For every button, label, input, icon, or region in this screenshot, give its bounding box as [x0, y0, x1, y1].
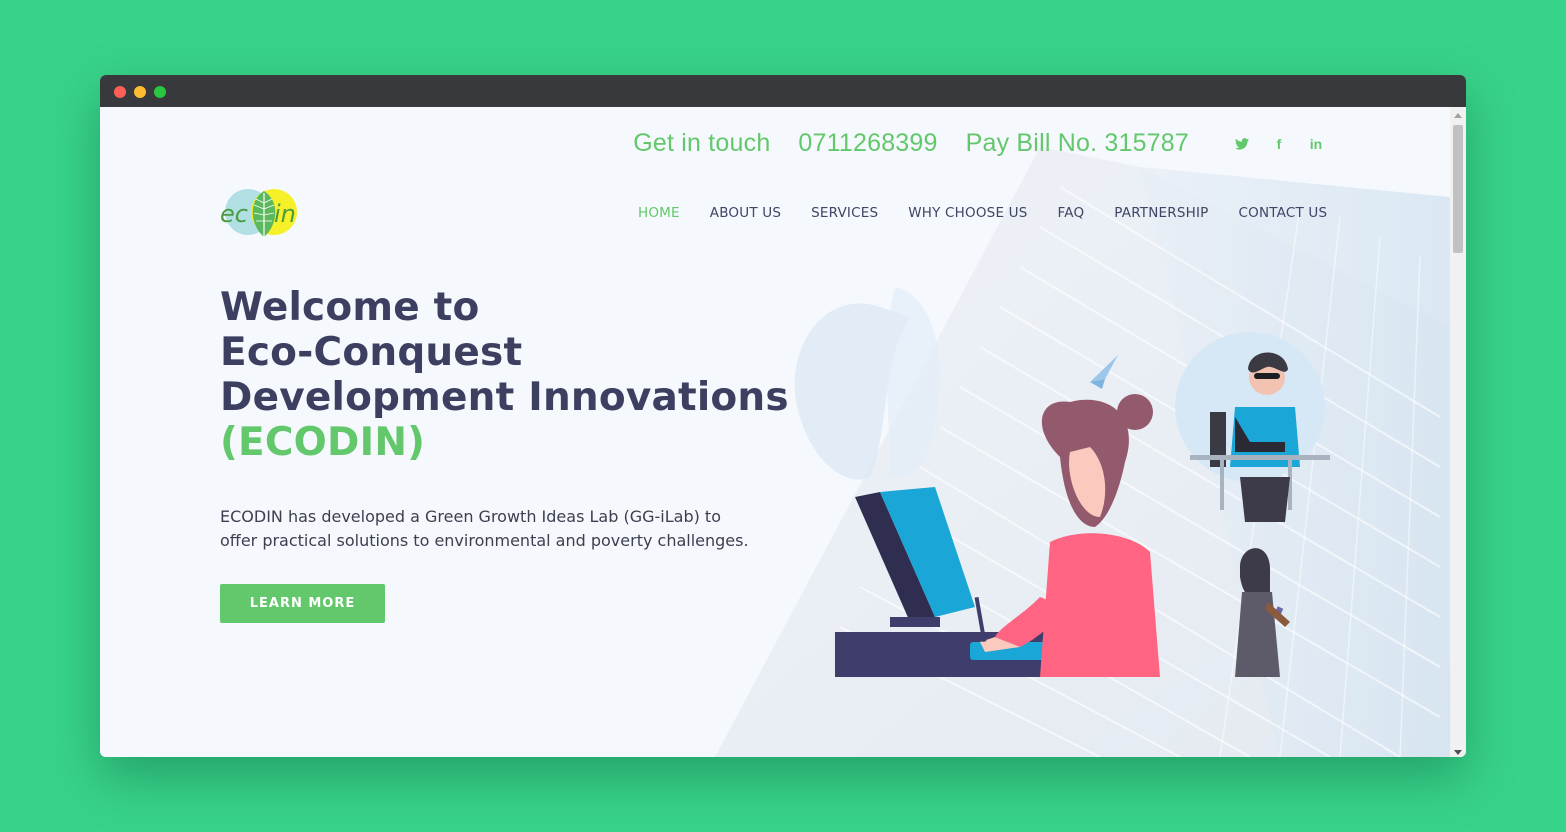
svg-text:ec: ec: [220, 200, 248, 228]
hero-title-line: Eco-Conquest: [220, 330, 523, 375]
browser-window: Get in touch 0711268399 Pay Bill No. 315…: [100, 75, 1466, 757]
nav-contact-us[interactable]: CONTACT US: [1239, 205, 1328, 221]
scroll-down-arrow[interactable]: [1454, 750, 1462, 755]
hero-title-line: Development Innovations: [220, 375, 789, 420]
nav-home[interactable]: HOME: [638, 205, 680, 221]
nav-why-choose-us[interactable]: WHY CHOOSE US: [908, 205, 1027, 221]
facebook-icon[interactable]: f: [1269, 134, 1289, 154]
page-scrollbar[interactable]: [1450, 107, 1466, 757]
twitter-icon[interactable]: [1232, 134, 1252, 154]
window-titlebar: [100, 75, 1466, 107]
paybill-number: Pay Bill No. 315787: [965, 129, 1189, 157]
phone-number[interactable]: 0711268399: [798, 129, 937, 158]
nav-faq[interactable]: FAQ: [1058, 205, 1085, 221]
nav-services[interactable]: SERVICES: [811, 205, 878, 221]
contact-topbar: Get in touch 0711268399 Pay Bill No. 315…: [605, 129, 1326, 158]
scroll-thumb[interactable]: [1453, 125, 1463, 253]
get-in-touch-text: Get in touch: [633, 129, 771, 157]
main-navigation: HOME ABOUT US SERVICES WHY CHOOSE US FAQ…: [638, 205, 1327, 221]
hero-illustration: [794, 287, 1330, 677]
maximize-window-button[interactable]: [154, 86, 166, 98]
hero-title: Welcome to Eco-Conquest Development Inno…: [220, 285, 789, 465]
hero-title-line: Welcome to: [220, 285, 480, 330]
close-window-button[interactable]: [114, 86, 126, 98]
svg-text:in: in: [274, 200, 296, 228]
social-links: f in: [1215, 134, 1326, 154]
learn-more-button[interactable]: LEARN MORE: [220, 584, 385, 623]
scroll-up-arrow[interactable]: [1454, 113, 1462, 118]
linkedin-icon[interactable]: in: [1306, 134, 1326, 154]
nav-about-us[interactable]: ABOUT US: [710, 205, 781, 221]
web-page: Get in touch 0711268399 Pay Bill No. 315…: [100, 107, 1466, 757]
hero-title-accent: (ECODIN): [220, 420, 426, 465]
ecodin-logo[interactable]: ec in: [218, 187, 310, 239]
minimize-window-button[interactable]: [134, 86, 146, 98]
hero-description: ECODIN has developed a Green Growth Idea…: [220, 507, 749, 550]
nav-partnership[interactable]: PARTNERSHIP: [1114, 205, 1208, 221]
